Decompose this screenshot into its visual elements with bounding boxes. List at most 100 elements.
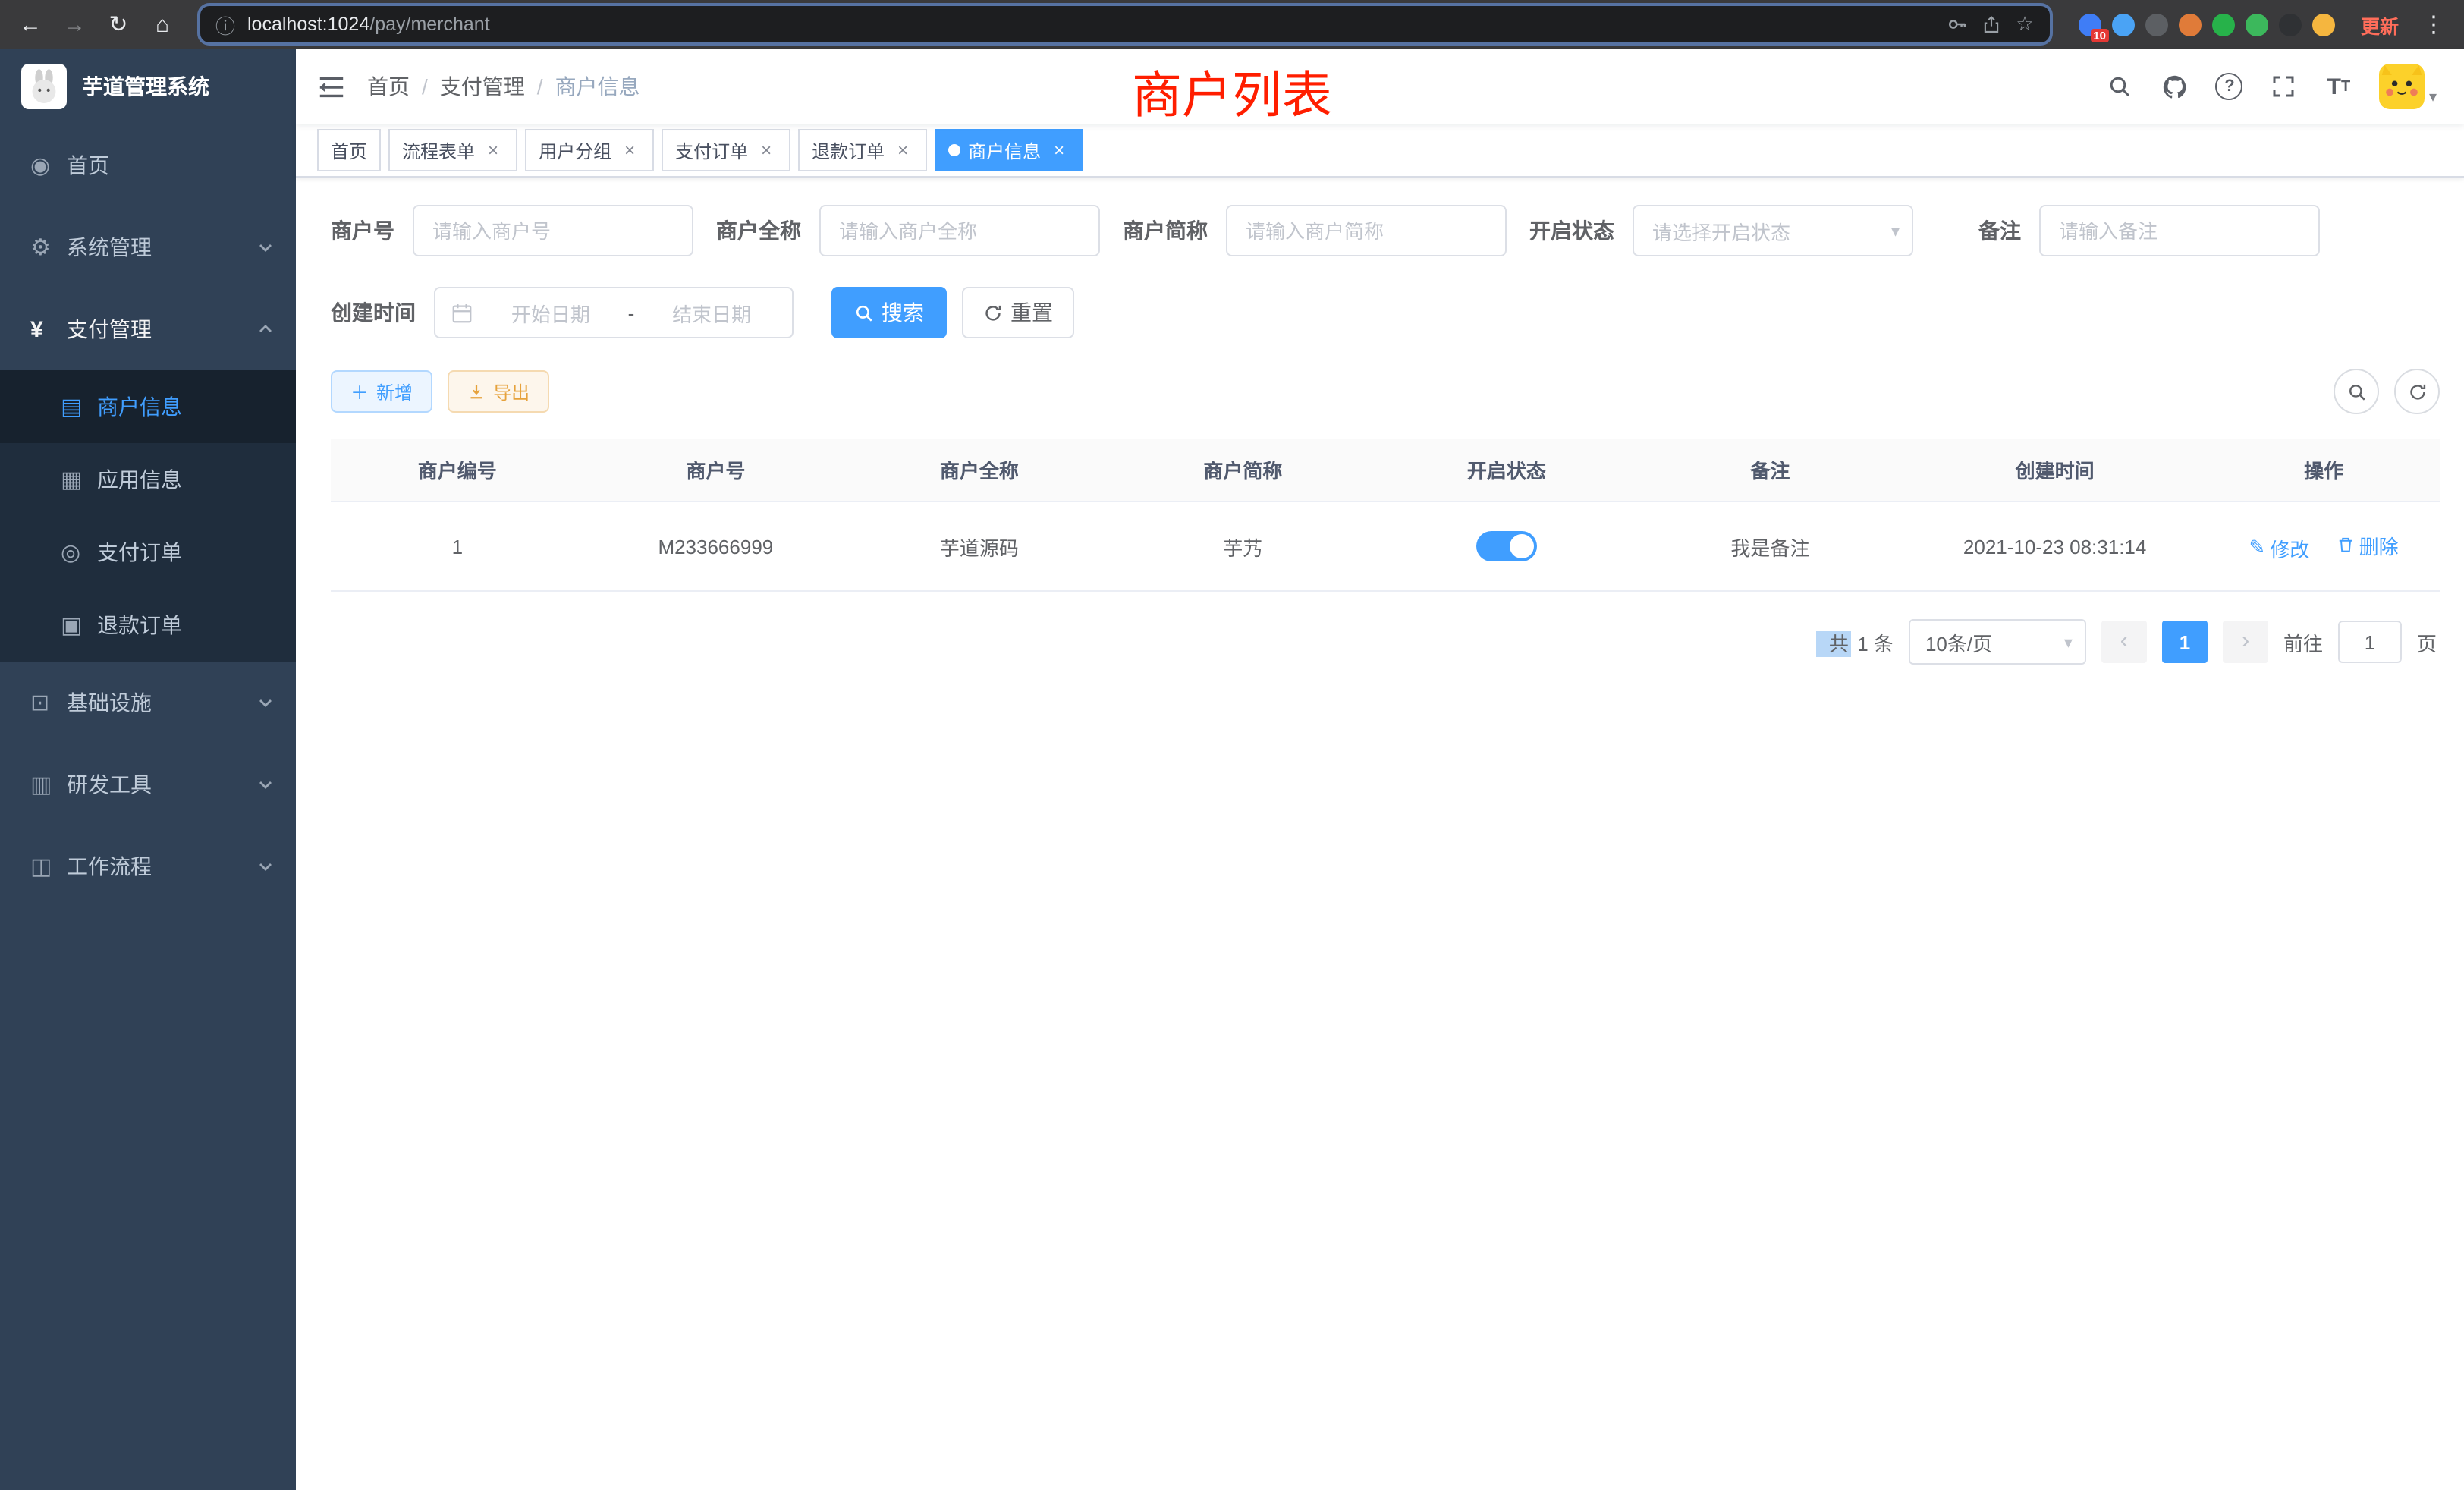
total-text: 共 1 条 (1817, 627, 1894, 656)
extension-icon[interactable] (2212, 13, 2235, 36)
sidebar-item-infrastructure[interactable]: ⊡ 基础设施 (0, 662, 296, 743)
home-icon[interactable]: ⌂ (147, 9, 178, 39)
chevron-down-icon (256, 775, 275, 794)
add-button[interactable]: ＋ 新增 (331, 370, 432, 413)
extension-icon[interactable] (2179, 13, 2202, 36)
font-size-icon[interactable]: TT (2324, 72, 2353, 101)
close-icon[interactable]: × (619, 140, 640, 161)
chevron-down-icon: ▾ (2429, 91, 2437, 106)
sidebar-item-refund-orders[interactable]: ▣ 退款订单 (0, 589, 296, 662)
field-label: 创建时间 (331, 297, 416, 328)
refresh-icon (2407, 382, 2427, 401)
merchant-no-input[interactable] (413, 205, 693, 256)
delete-link[interactable]: 删除 (2337, 530, 2399, 559)
bookmark-star-icon[interactable]: ☆ (2013, 13, 2036, 36)
status-toggle[interactable] (1476, 531, 1537, 561)
breadcrumb-payment[interactable]: 支付管理 (440, 71, 525, 102)
create-time-range-picker[interactable]: 开始日期 - 结束日期 (434, 287, 794, 338)
fullscreen-icon[interactable] (2270, 72, 2299, 101)
screen: ← → ↻ ⌂ ⓘ localhost:1024/pay/merchant ☆ … (0, 0, 2464, 1490)
extension-icon[interactable] (2112, 13, 2135, 36)
plus-icon: ＋ (350, 379, 369, 404)
refresh-button[interactable] (2394, 369, 2440, 414)
export-button[interactable]: 导出 (448, 370, 549, 413)
field-label: 商户号 (331, 215, 394, 246)
tab-refund-orders[interactable]: 退款订单× (798, 129, 927, 171)
close-icon[interactable]: × (1048, 140, 1070, 161)
logo-image (21, 64, 67, 109)
close-icon[interactable]: × (756, 140, 777, 161)
sidebar-item-dev-tools[interactable]: ▥ 研发工具 (0, 743, 296, 825)
close-icon[interactable]: × (482, 140, 504, 161)
close-icon[interactable]: × (892, 140, 913, 161)
chevron-down-icon (256, 693, 275, 712)
sidebar-item-workflow[interactable]: ◫ 工作流程 (0, 825, 296, 907)
cell-short-name: 芋艿 (1111, 501, 1375, 591)
status-select[interactable]: 请选择开启状态 ▾ (1633, 205, 1913, 256)
search-button[interactable]: 搜索 (831, 287, 947, 338)
app-title: 芋道管理系统 (82, 71, 209, 102)
cell-merchant-no: M233666999 (584, 501, 848, 591)
cell-created-at: 2021-10-23 08:31:14 (1902, 501, 2208, 591)
password-key-icon[interactable] (1947, 13, 1969, 36)
merchant-table: 商户编号 商户号 商户全称 商户简称 开启状态 备注 创建时间 操作 1 (331, 439, 2440, 592)
address-bar[interactable]: ⓘ localhost:1024/pay/merchant ☆ (200, 6, 2050, 42)
field-label: 商户简称 (1123, 215, 1208, 246)
reset-button[interactable]: 重置 (962, 287, 1074, 338)
cell-remark: 我是备注 (1639, 501, 1903, 591)
sidebar-item-payment[interactable]: ¥ 支付管理 (0, 288, 296, 370)
tab-home[interactable]: 首页 (317, 129, 381, 171)
site-info-icon[interactable]: ⓘ (214, 13, 237, 36)
sidebar-item-app-info[interactable]: ▦ 应用信息 (0, 443, 296, 516)
page-number-button[interactable]: 1 (2162, 621, 2208, 663)
tab-merchant-info[interactable]: 商户信息× (935, 129, 1083, 171)
browser-menu-icon[interactable]: ⋮ (2418, 9, 2449, 39)
search-icon (2346, 382, 2366, 401)
monitor-icon: ⊡ (30, 689, 67, 716)
start-date-placeholder: 开始日期 (486, 298, 616, 327)
table-header-row: 商户编号 商户号 商户全称 商户简称 开启状态 备注 创建时间 操作 (331, 439, 2440, 501)
remark-input[interactable] (2039, 205, 2320, 256)
extension-icon[interactable] (2312, 13, 2335, 36)
extension-badge: 10 (2090, 28, 2109, 42)
user-avatar (2379, 64, 2425, 109)
chevron-down-icon: ▾ (2064, 632, 2073, 652)
github-icon[interactable] (2161, 72, 2189, 101)
edit-link[interactable]: ✎修改 (2249, 533, 2310, 562)
extension-icon[interactable] (2145, 13, 2168, 36)
merchant-shortname-input[interactable] (1226, 205, 1507, 256)
main-area: 商户列表 首页 / 支付管理 / 商户信息 (296, 49, 2464, 1490)
sidebar-item-home[interactable]: ◉ 首页 (0, 124, 296, 206)
breadcrumb-home[interactable]: 首页 (367, 71, 410, 102)
hamburger-icon[interactable] (317, 72, 346, 101)
share-icon[interactable] (1980, 13, 2003, 36)
sidebar-item-system[interactable]: ⚙ 系统管理 (0, 206, 296, 288)
search-icon (854, 303, 874, 322)
app-logo[interactable]: 芋道管理系统 (0, 49, 296, 124)
goto-page-input[interactable] (2338, 621, 2402, 663)
tab-pay-orders[interactable]: 支付订单× (662, 129, 790, 171)
page-size-select[interactable]: 10条/页 ▾ (1909, 619, 2086, 665)
help-icon[interactable]: ? (2215, 72, 2244, 101)
toggle-search-button[interactable] (2334, 369, 2379, 414)
back-icon[interactable]: ← (15, 9, 46, 39)
forward-icon[interactable]: → (59, 9, 90, 39)
sidebar-item-merchant-info[interactable]: ▤ 商户信息 (0, 370, 296, 443)
extension-icon[interactable] (2246, 13, 2268, 36)
cell-status (1375, 501, 1639, 591)
extension-icon[interactable] (2279, 13, 2302, 36)
tab-user-group[interactable]: 用户分组× (525, 129, 654, 171)
prev-page-button[interactable]: ‹ (2101, 621, 2147, 663)
sidebar-item-pay-orders[interactable]: ◎ 支付订单 (0, 516, 296, 589)
column-header: 商户全称 (847, 439, 1111, 501)
tab-process-form[interactable]: 流程表单× (388, 129, 517, 171)
trash-icon (2337, 536, 2355, 554)
column-header: 创建时间 (1902, 439, 2208, 501)
user-menu[interactable]: ▾ (2379, 64, 2437, 109)
extension-icon[interactable]: 10 (2079, 13, 2101, 36)
next-page-button[interactable]: › (2223, 621, 2268, 663)
browser-update-button[interactable]: 更新 (2361, 10, 2399, 39)
search-icon[interactable] (2106, 72, 2135, 101)
reload-icon[interactable]: ↻ (103, 9, 134, 39)
merchant-fullname-input[interactable] (819, 205, 1100, 256)
